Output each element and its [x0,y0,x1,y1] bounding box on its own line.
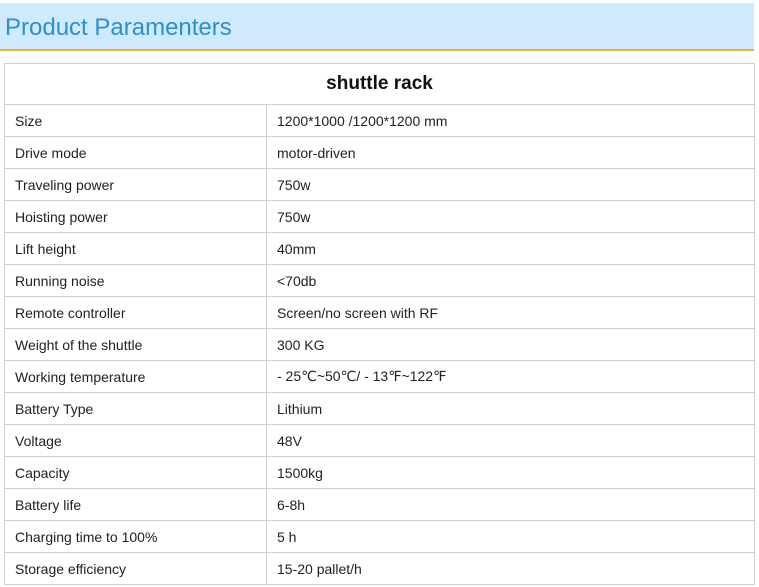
row-value: 750w [266,168,755,201]
row-label: Hoisting power [4,200,267,233]
table-row: Drive mode motor-driven [4,136,755,169]
table-title: shuttle rack [4,63,755,105]
table-row: Remote controller Screen/no screen with … [4,296,755,329]
row-value: 48V [266,424,755,457]
table-row: Battery life 6-8h [4,488,755,521]
row-label: Charging time to 100% [4,520,267,553]
row-label: Storage efficiency [4,552,267,585]
row-value: 300 KG [266,328,755,361]
row-value: 750w [266,200,755,233]
table-row: Voltage 48V [4,424,755,457]
table-row: Running noise <70db [4,264,755,297]
table-row: Capacity 1500kg [4,456,755,489]
row-label: Battery Type [4,392,267,425]
row-label: Weight of the shuttle [4,328,267,361]
row-value: <70db [266,264,755,297]
section-header: Product Paramenters [0,3,754,51]
row-label: Remote controller [4,296,267,329]
table-title-row: shuttle rack [4,63,755,105]
row-value: 6-8h [266,488,755,521]
table-row: Working temperature - 25℃~50℃/ - 13℉~122… [4,360,755,393]
row-value: 1200*1000 /1200*1200 mm [266,104,755,137]
table-row: Battery Type Lithium [4,392,755,425]
table-row: Traveling power 750w [4,168,755,201]
row-value: 1500kg [266,456,755,489]
row-label: Voltage [4,424,267,457]
section-title: Product Paramenters [5,14,232,41]
row-label: Size [4,104,267,137]
row-label: Drive mode [4,136,267,169]
row-label: Running noise [4,264,267,297]
table-row: Weight of the shuttle 300 KG [4,328,755,361]
row-value: motor-driven [266,136,755,169]
row-value: 15-20 pallet/h [266,552,755,585]
row-value: Screen/no screen with RF [266,296,755,329]
row-value: - 25℃~50℃/ - 13℉~122℉ [266,360,755,393]
row-label: Battery life [4,488,267,521]
row-label: Traveling power [4,168,267,201]
table-row: Storage efficiency 15-20 pallet/h [4,552,755,585]
row-value: 5 h [266,520,755,553]
table-row: Lift height 40mm [4,232,755,265]
row-value: 40mm [266,232,755,265]
row-label: Working temperature [4,360,267,393]
table-row: Size 1200*1000 /1200*1200 mm [4,104,755,137]
table-row: Charging time to 100% 5 h [4,520,755,553]
table-row: Hoisting power 750w [4,200,755,233]
row-label: Capacity [4,456,267,489]
row-value: Lithium [266,392,755,425]
spec-table: shuttle rack Size 1200*1000 /1200*1200 m… [4,63,755,585]
row-label: Lift height [4,232,267,265]
